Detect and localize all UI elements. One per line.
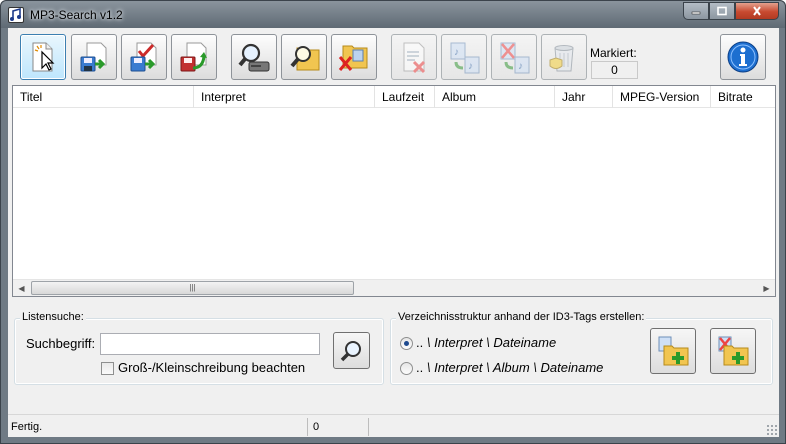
list-header: Titel Interpret Laufzeit Album Jahr MPEG… — [13, 86, 775, 108]
results-list[interactable]: Titel Interpret Laufzeit Album Jahr MPEG… — [12, 85, 776, 297]
verzeichnis-title: Verzeichnisstruktur anhand der ID3-Tags … — [396, 311, 647, 323]
move-files-button[interactable]: ♪ — [491, 34, 537, 80]
close-button[interactable] — [735, 2, 779, 20]
option-2-path: \ Interpret \ Album \ Dateiname — [426, 360, 604, 375]
save-check-icon — [130, 42, 157, 72]
structure-option-2-radio[interactable] — [400, 362, 413, 375]
markiert-count: 0 — [591, 61, 638, 79]
case-sensitive-label[interactable]: Groß-/Kleinschreibung beachten — [118, 360, 305, 375]
status-separator — [368, 418, 369, 436]
search-folder-button[interactable] — [281, 34, 327, 80]
minimize-button[interactable] — [683, 2, 709, 20]
scroll-left-arrow[interactable]: ◀ — [13, 280, 30, 296]
app-icon[interactable] — [8, 7, 24, 23]
horizontal-scrollbar[interactable]: ◀ ||| ▶ — [13, 279, 775, 296]
remove-folder-button[interactable] — [331, 34, 377, 80]
case-sensitive-checkbox[interactable] — [101, 362, 114, 375]
listensuche-title: Listensuche: — [20, 311, 86, 323]
magnifier-drive-icon — [238, 43, 270, 72]
scroll-thumb[interactable]: ||| — [31, 281, 354, 295]
magnifier-icon — [340, 340, 361, 361]
option-2-prefix: .. — [416, 360, 424, 375]
magnifier-folder-icon — [290, 46, 320, 71]
client-area: ♪ ♪ ♪ Markiert: 0 Titel Interpret Laufze… — [8, 28, 779, 437]
column-header-titel[interactable]: Titel — [13, 86, 194, 108]
scroll-right-arrow[interactable]: ▶ — [758, 280, 775, 296]
status-separator — [307, 418, 308, 436]
option-1-prefix: .. — [416, 335, 424, 350]
copy-music-icon: ♪ ♪ — [450, 42, 480, 74]
info-icon — [727, 41, 759, 73]
save-list-button[interactable] — [71, 34, 117, 80]
window-title: MP3-Search v1.2 — [30, 8, 123, 22]
maximize-button[interactable] — [709, 2, 735, 20]
option-1-path: \ Interpret \ Dateiname — [426, 335, 557, 350]
new-search-button[interactable] — [20, 34, 66, 80]
new-document-cursor-icon — [32, 42, 55, 72]
list-search-button[interactable] — [333, 332, 370, 369]
list-delete-icon — [403, 42, 426, 74]
column-header-bitrate[interactable]: Bitrate — [711, 86, 775, 108]
column-header-mpeg-version[interactable]: MPEG-Version — [613, 86, 711, 108]
maximize-icon — [717, 6, 727, 16]
clear-list-button[interactable] — [391, 34, 437, 80]
column-header-album[interactable]: Album — [435, 86, 555, 108]
structure-option-1-label[interactable]: .. \ Interpret \ Dateiname — [416, 335, 556, 350]
markiert-label: Markiert: — [590, 46, 637, 60]
folder-add-icon — [658, 336, 689, 366]
svg-text:♪: ♪ — [454, 47, 459, 58]
title-bar[interactable]: MP3-Search v1.2 — [1, 1, 785, 28]
folder-delete-icon — [338, 45, 368, 71]
status-text: Fertig. — [11, 421, 43, 433]
resize-grip[interactable] — [766, 424, 778, 436]
suchbegriff-input[interactable] — [100, 333, 320, 355]
column-header-jahr[interactable]: Jahr — [555, 86, 613, 108]
verzeichnis-group: Verzeichnisstruktur anhand der ID3-Tags … — [390, 311, 773, 385]
info-button[interactable] — [720, 34, 766, 80]
move-music-icon: ♪ — [500, 42, 530, 74]
save-arrow-icon — [180, 42, 207, 72]
close-icon — [753, 6, 761, 16]
minimize-icon — [691, 11, 701, 15]
suchbegriff-label: Suchbegriff: — [26, 336, 96, 351]
structure-option-2-label[interactable]: .. \ Interpret \ Album \ Dateiname — [416, 360, 603, 375]
create-structure-button[interactable] — [650, 328, 696, 374]
structure-option-1-radio[interactable] — [400, 337, 413, 350]
status-count: 0 — [313, 421, 320, 433]
status-bar: Fertig. 0 — [8, 414, 779, 437]
create-structure-remove-button[interactable] — [710, 328, 756, 374]
svg-text:♪: ♪ — [468, 61, 473, 72]
listensuche-group: Listensuche: Suchbegriff: Groß-/Kleinsch… — [14, 311, 384, 385]
copy-files-button[interactable]: ♪ ♪ — [441, 34, 487, 80]
delete-files-button[interactable] — [541, 34, 587, 80]
main-window: MP3-Search v1.2 ♪ ♪ ♪ Markiert: 0 Titel … — [0, 0, 786, 444]
folder-move-icon — [718, 336, 749, 366]
recycle-bin-icon — [549, 45, 574, 72]
column-header-interpret[interactable]: Interpret — [194, 86, 375, 108]
save-checked-button[interactable] — [121, 34, 167, 80]
column-header-laufzeit[interactable]: Laufzeit — [375, 86, 435, 108]
svg-text:♪: ♪ — [518, 61, 523, 72]
save-selected-button[interactable] — [171, 34, 217, 80]
save-disk-icon — [80, 42, 107, 72]
search-drive-button[interactable] — [231, 34, 277, 80]
